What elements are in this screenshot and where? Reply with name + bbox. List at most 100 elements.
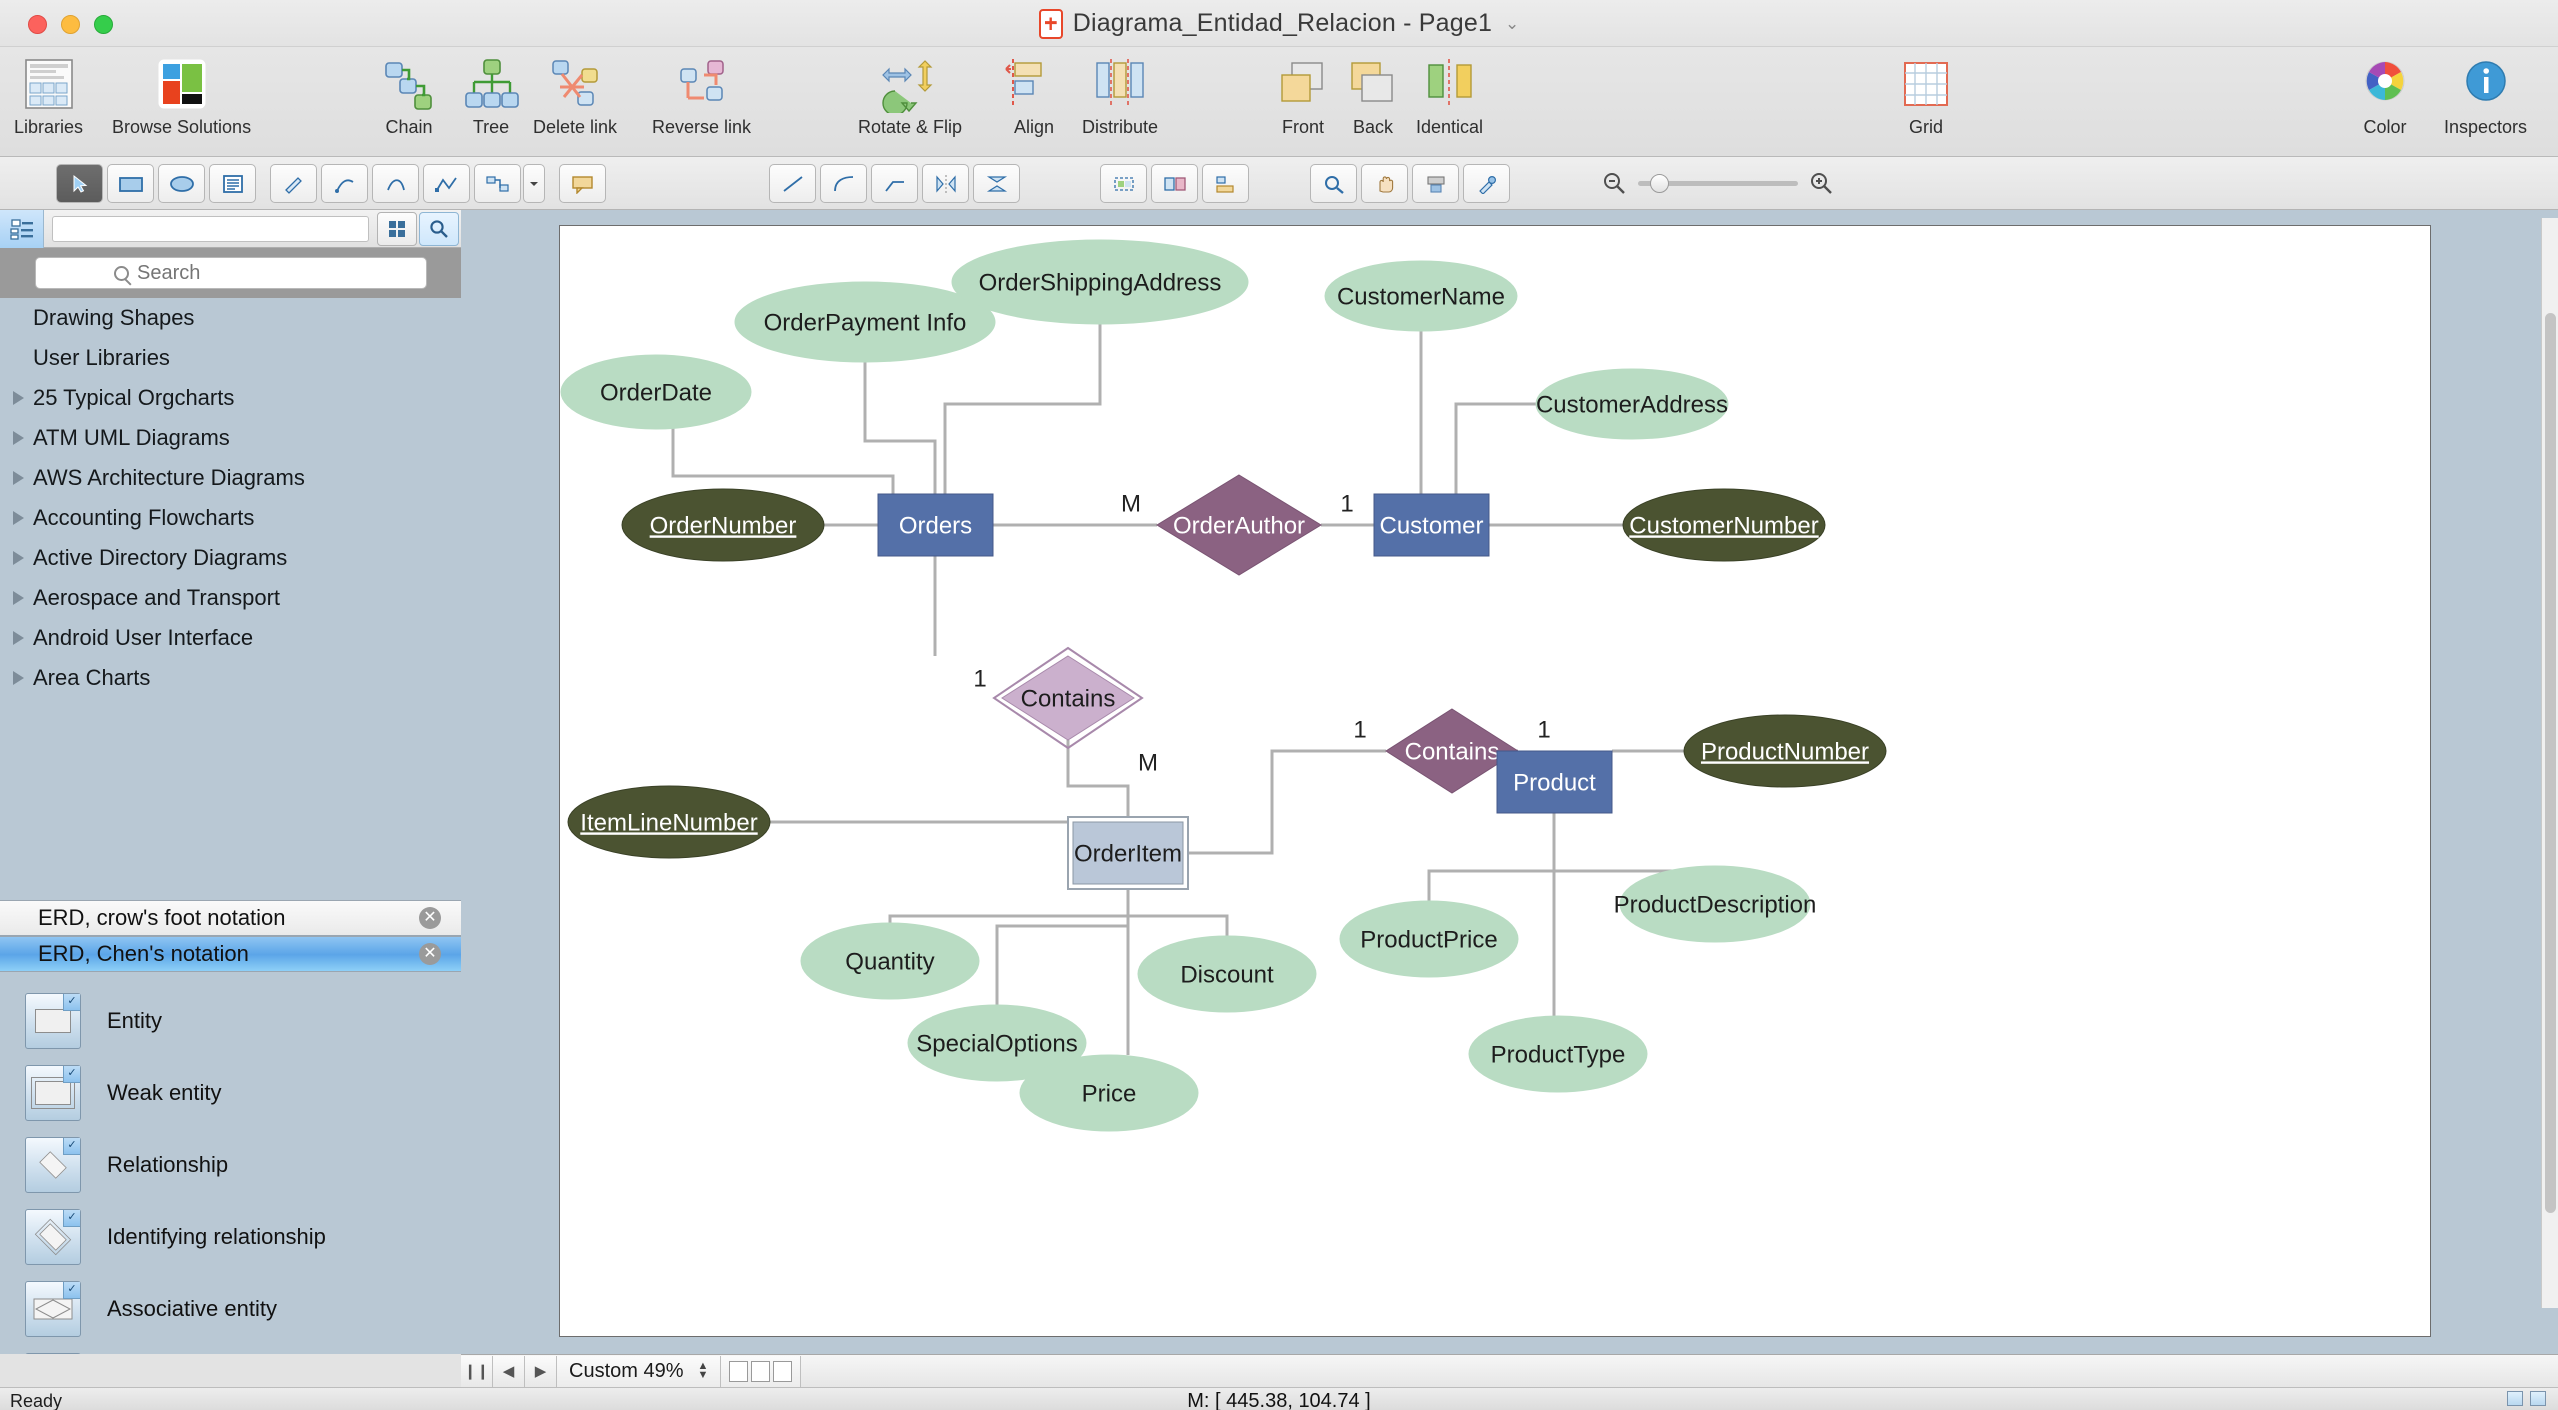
sidebar-item-user-libraries[interactable]: User Libraries	[0, 338, 461, 378]
grid-view-icon[interactable]	[377, 211, 417, 246]
straight-connector[interactable]	[769, 164, 816, 203]
expand-triangle-icon[interactable]	[13, 471, 24, 485]
stepper-updown-icon[interactable]: ▲ ▼	[698, 1361, 709, 1381]
view-mode-icon-2[interactable]	[2530, 1391, 2546, 1406]
ribbon-button-inspectors[interactable]: Inspectors	[2444, 53, 2527, 138]
mirror-vertical[interactable]	[973, 164, 1020, 203]
palette-shape-entity[interactable]: ✓ Entity	[0, 985, 461, 1057]
diagram-page[interactable]: OrderDate OrderPayment Info OrderShippingA…	[559, 225, 2431, 1337]
align-objects[interactable]	[1202, 164, 1249, 203]
shape-palette[interactable]: ✓ Entity ✓ Weak entity ✓ Relationship ✓ …	[0, 985, 461, 1410]
search-toggle-icon[interactable]	[419, 211, 459, 246]
open-library-crows-foot[interactable]: ERD, crow's foot notation ✕	[0, 900, 461, 936]
er-diagram[interactable]: OrderDate OrderPayment Info OrderShippingA…	[560, 226, 2431, 1337]
callout-tool[interactable]	[559, 164, 606, 203]
sidebar-item-aws-architecture-diagrams[interactable]: AWS Architecture Diagrams	[0, 458, 461, 498]
sidebar-filter-field[interactable]	[52, 215, 369, 242]
chevron-down-icon[interactable]: ⌄	[1505, 14, 1519, 34]
library-list[interactable]: Drawing Shapes User Libraries 25 Typical…	[0, 298, 461, 900]
sidebar-item-accounting-flowcharts[interactable]: Accounting Flowcharts	[0, 498, 461, 538]
single-page-view[interactable]	[729, 1360, 749, 1382]
group-objects[interactable]	[1100, 164, 1147, 203]
key-attribute-node[interactable]: ItemLineNumber	[567, 785, 771, 859]
entity-node[interactable]: Customer	[1373, 493, 1490, 557]
close-circle-icon[interactable]: ✕	[419, 943, 441, 965]
attribute-node[interactable]: OrderDate	[560, 354, 752, 430]
rectangle-tool[interactable]	[107, 164, 154, 203]
zoom-level-selector[interactable]: Custom 49% ▲ ▼	[557, 1355, 722, 1387]
canvas-area[interactable]: OrderDate OrderPayment Info OrderShippingA…	[461, 210, 2558, 1354]
ribbon-button-align[interactable]: Align	[1005, 53, 1063, 138]
page-view-modes[interactable]	[721, 1355, 802, 1387]
format-painter[interactable]	[1412, 164, 1459, 203]
search-input[interactable]	[137, 261, 347, 285]
palette-shape-associative-entity[interactable]: ✓ Associative entity	[0, 1273, 461, 1345]
sidebar-item-drawing-shapes[interactable]: Drawing Shapes	[0, 298, 461, 338]
zoom-tool[interactable]	[1310, 164, 1357, 203]
attribute-node[interactable]: OrderShippingAddress	[951, 239, 1249, 325]
ribbon-button-delete-link[interactable]: Delete link	[533, 53, 617, 138]
attribute-node[interactable]: Quantity	[800, 922, 980, 1000]
pointer-tool[interactable]	[56, 164, 103, 203]
expand-triangle-icon[interactable]	[13, 631, 24, 645]
attribute-node[interactable]: ProductPrice	[1339, 900, 1519, 978]
key-attribute-node[interactable]: ProductNumber	[1683, 714, 1887, 788]
ribbon-button-front[interactable]: Front	[1274, 53, 1332, 138]
prev-page-button[interactable]: ◀	[493, 1355, 525, 1387]
zoom-slider-knob[interactable]	[1650, 174, 1669, 193]
entity-node[interactable]: Product	[1496, 750, 1613, 814]
attribute-node[interactable]: CustomerName	[1324, 260, 1518, 332]
curved-connector[interactable]	[820, 164, 867, 203]
pen-tool[interactable]	[270, 164, 317, 203]
expand-triangle-icon[interactable]	[13, 511, 24, 525]
key-attribute-node[interactable]: OrderNumber	[621, 488, 825, 562]
key-attribute-node[interactable]: CustomerNumber	[1622, 488, 1826, 562]
scrollbar-thumb[interactable]	[2545, 313, 2556, 1213]
zoom-out-icon[interactable]	[1602, 171, 1627, 196]
text-tool[interactable]	[209, 164, 256, 203]
arc-tool[interactable]	[372, 164, 419, 203]
zoom-in-icon[interactable]	[1809, 171, 1834, 196]
view-mode-icon-1[interactable]	[2507, 1391, 2523, 1406]
two-page-view[interactable]	[751, 1360, 771, 1382]
ribbon-button-grid[interactable]: Grid	[1897, 53, 1955, 138]
sidebar-item-area-charts[interactable]: Area Charts	[0, 658, 461, 698]
close-circle-icon[interactable]: ✕	[419, 907, 441, 929]
sidebar-item-active-directory-diagrams[interactable]: Active Directory Diagrams	[0, 538, 461, 578]
ribbon-button-reverse-link[interactable]: Reverse link	[652, 53, 751, 138]
library-tree-icon[interactable]	[0, 209, 44, 248]
sidebar-item-atm-uml-diagrams[interactable]: ATM UML Diagrams	[0, 418, 461, 458]
ribbon-button-tree[interactable]: Tree	[462, 53, 520, 138]
ungroup-objects[interactable]	[1151, 164, 1198, 203]
palette-shape-identifying-relationship[interactable]: ✓ Identifying relationship	[0, 1201, 461, 1273]
eyedropper-tool[interactable]	[1463, 164, 1510, 203]
attribute-node[interactable]: Discount	[1137, 935, 1317, 1013]
mirror-horizontal[interactable]	[922, 164, 969, 203]
expand-triangle-icon[interactable]	[13, 551, 24, 565]
ribbon-button-libraries[interactable]: Libraries	[14, 53, 83, 138]
entity-node[interactable]: Orders	[877, 493, 994, 557]
hand-tool[interactable]	[1361, 164, 1408, 203]
expand-triangle-icon[interactable]	[13, 591, 24, 605]
rounded-connector[interactable]	[871, 164, 918, 203]
ribbon-button-browse-solutions[interactable]: Browse Solutions	[112, 53, 251, 138]
expand-triangle-icon[interactable]	[13, 431, 24, 445]
sidebar-item-android-user-interface[interactable]: Android User Interface	[0, 618, 461, 658]
canvas-vertical-scrollbar[interactable]	[2541, 218, 2558, 1308]
ribbon-button-rotate-flip[interactable]: Rotate & Flip	[858, 53, 962, 138]
attribute-node[interactable]: CustomerAddress	[1535, 368, 1729, 440]
ellipse-tool[interactable]	[158, 164, 205, 203]
identifying-relationship-node[interactable]: Contains 1 M	[973, 646, 1158, 776]
sidebar-item-25-typical-orgcharts[interactable]: 25 Typical Orgcharts	[0, 378, 461, 418]
weak-entity-node[interactable]: OrderItem	[1067, 816, 1189, 890]
attribute-node[interactable]: ProductDescription	[1614, 865, 1817, 943]
attribute-node[interactable]: ProductType	[1468, 1015, 1648, 1093]
next-page-button[interactable]: ▶	[525, 1355, 557, 1387]
ribbon-button-identical[interactable]: Identical	[1416, 53, 1483, 138]
sidebar-item-aerospace-and-transport[interactable]: Aerospace and Transport	[0, 578, 461, 618]
expand-triangle-icon[interactable]	[13, 671, 24, 685]
ribbon-button-chain[interactable]: Chain	[380, 53, 438, 138]
ribbon-button-distribute[interactable]: Distribute	[1082, 53, 1158, 138]
polyline-tool[interactable]	[423, 164, 470, 203]
multi-page-view[interactable]	[773, 1360, 793, 1382]
